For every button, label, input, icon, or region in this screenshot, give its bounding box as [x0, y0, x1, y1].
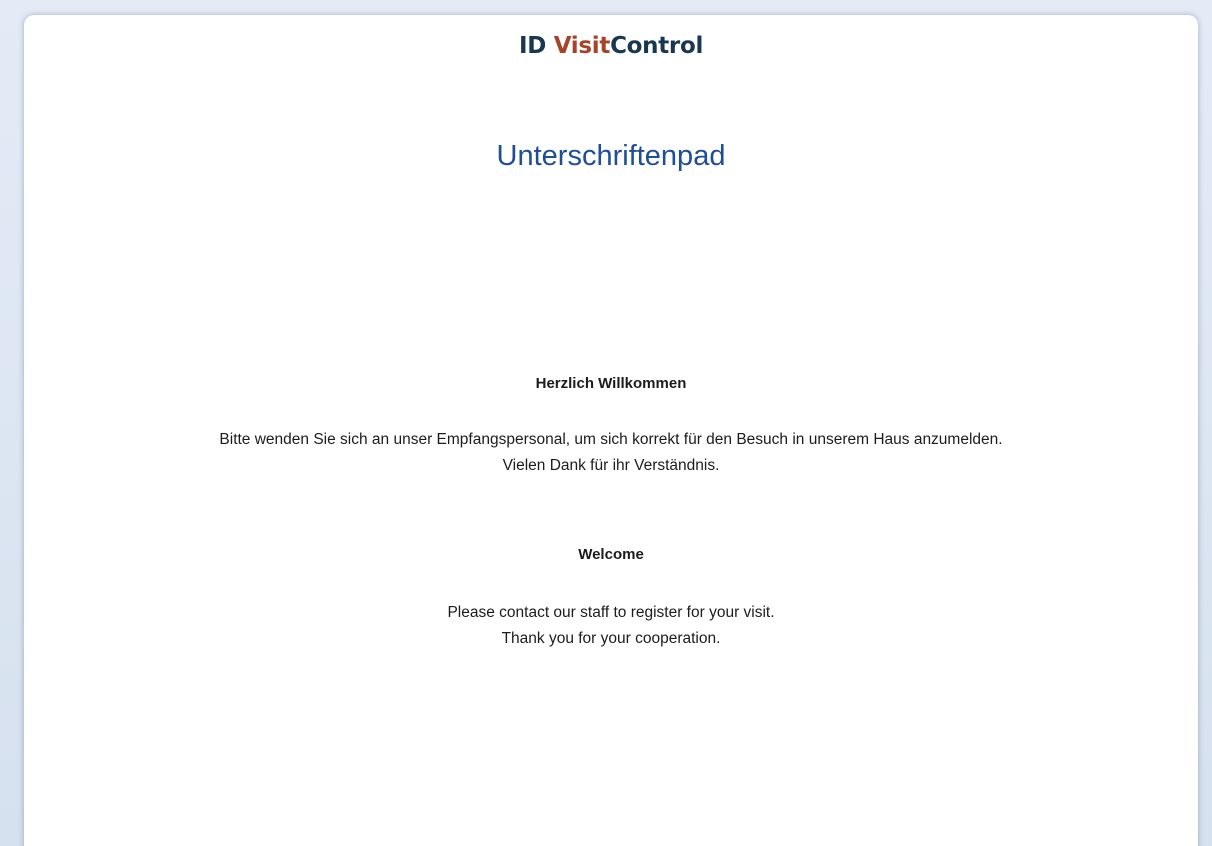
logo-control-text: Control — [610, 33, 704, 59]
logo-id-text: ID — [518, 33, 554, 59]
german-welcome-heading: Herzlich Willkommen — [535, 375, 687, 392]
german-message-line-2: Vielen Dank für ihr Verständnis. — [502, 457, 720, 474]
main-card: ID VisitControl Unterschriftenpad Herzli… — [24, 15, 1198, 846]
english-message: Please contact our staff to register for… — [24, 600, 1198, 652]
logo-visit-text: Visit — [553, 33, 611, 59]
page-title: Unterschriftenpad — [496, 140, 726, 172]
english-welcome-heading: Welcome — [578, 546, 644, 563]
german-message: Bitte wenden Sie sich an unser Empfangsp… — [24, 427, 1198, 479]
english-message-line-1: Please contact our staff to register for… — [447, 604, 775, 621]
english-message-line-2: Thank you for your cooperation. — [501, 630, 721, 647]
id-visitcontrol-logo: ID VisitControl — [24, 31, 1198, 61]
german-message-line-1: Bitte wenden Sie sich an unser Empfangsp… — [219, 431, 1003, 448]
